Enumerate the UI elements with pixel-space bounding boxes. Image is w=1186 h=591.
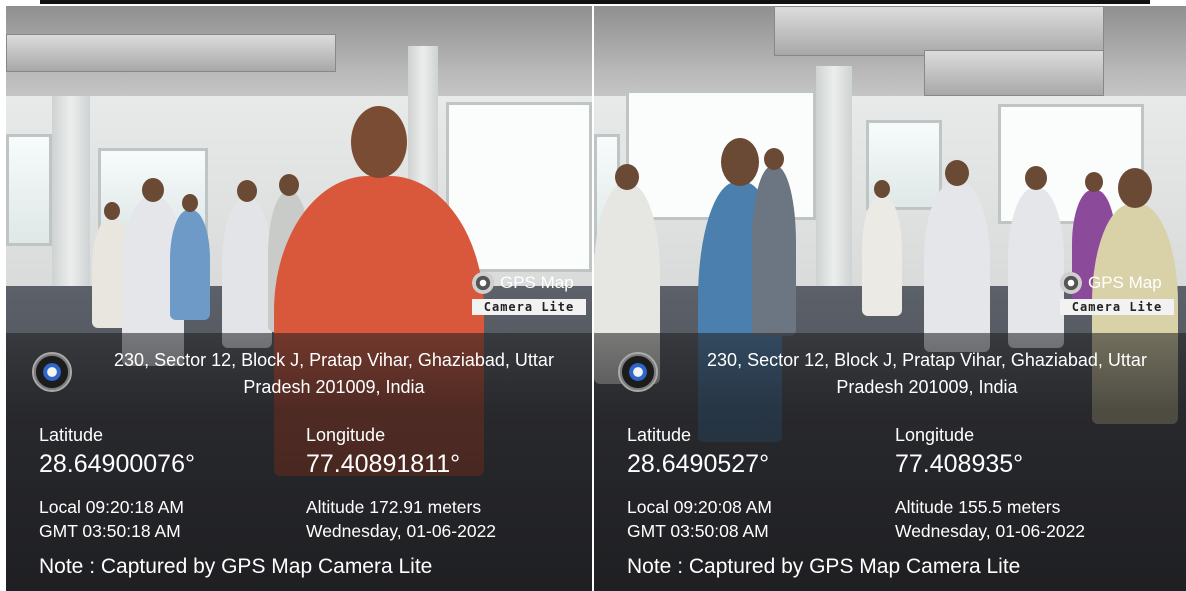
person	[924, 160, 990, 352]
address-line-1: 230, Sector 12, Block J, Pratap Vihar, G…	[707, 350, 1147, 370]
longitude-label: Longitude	[306, 425, 386, 445]
badge-title: GPS Map	[1088, 273, 1162, 292]
badge-subtitle: Camera Lite	[1060, 299, 1174, 315]
latitude-value: 28.64900076°	[39, 450, 195, 478]
air-duct	[774, 6, 1104, 56]
badge-title: GPS Map	[500, 273, 574, 292]
altitude-date-block: Altitude 172.91 meters Wednesday, 01-06-…	[306, 495, 496, 543]
gps-map-camera-badge: GPS Map Camera Lite	[1060, 270, 1186, 322]
air-duct	[6, 34, 336, 72]
pillar	[52, 96, 90, 296]
latitude-label: Latitude	[39, 425, 104, 445]
person	[222, 180, 272, 348]
gmt-time: GMT 03:50:08 AM	[627, 521, 769, 541]
capture-note: Note : Captured by GPS Map Camera Lite	[627, 555, 1021, 578]
latitude-value: 28.6490527°	[627, 450, 770, 478]
top-border	[40, 0, 1150, 4]
window	[6, 134, 52, 246]
pillar	[816, 66, 852, 296]
badge-subtitle: Camera Lite	[472, 299, 586, 315]
time-block: Local 09:20:08 AM GMT 03:50:08 AM	[627, 495, 772, 543]
altitude: Altitude 155.5 meters	[895, 497, 1061, 517]
address-line-2: Pradesh 201009, India	[243, 377, 425, 397]
person	[1008, 166, 1064, 348]
geotagged-photo-right: GPS Map Camera Lite 230, Sector 12, Bloc…	[594, 6, 1186, 591]
date: Wednesday, 01-06-2022	[306, 521, 497, 541]
person	[862, 180, 902, 316]
gmt-time: GMT 03:50:18 AM	[39, 521, 181, 541]
compass-icon	[618, 352, 658, 392]
longitude-value: 77.40891811°	[306, 450, 461, 478]
address-line-2: Pradesh 201009, India	[836, 377, 1018, 397]
address-line-1: 230, Sector 12, Block J, Pratap Vihar, G…	[114, 350, 554, 370]
longitude-value: 77.408935°	[895, 450, 1024, 478]
address: 230, Sector 12, Block J, Pratap Vihar, G…	[84, 347, 584, 401]
compass-icon	[32, 352, 72, 392]
camera-lens-icon	[472, 272, 494, 294]
local-time: Local 09:20:18 AM	[39, 497, 184, 517]
camera-lens-icon	[1060, 272, 1082, 294]
geotagged-photo-left: GPS Map Camera Lite 230, Sector 12, Bloc…	[6, 6, 592, 591]
person	[170, 194, 210, 320]
air-duct	[924, 50, 1104, 96]
local-time: Local 09:20:08 AM	[627, 497, 772, 517]
gps-map-camera-badge: GPS Map Camera Lite	[472, 270, 592, 322]
time-block: Local 09:20:18 AM GMT 03:50:18 AM	[39, 495, 184, 543]
altitude-date-block: Altitude 155.5 meters Wednesday, 01-06-2…	[895, 495, 1085, 543]
longitude-label: Longitude	[895, 425, 975, 445]
person	[752, 148, 796, 336]
address: 230, Sector 12, Block J, Pratap Vihar, G…	[672, 347, 1182, 401]
date: Wednesday, 01-06-2022	[895, 521, 1086, 541]
latitude-label: Latitude	[627, 425, 692, 445]
capture-note: Note : Captured by GPS Map Camera Lite	[39, 555, 433, 578]
altitude: Altitude 172.91 meters	[306, 497, 482, 517]
